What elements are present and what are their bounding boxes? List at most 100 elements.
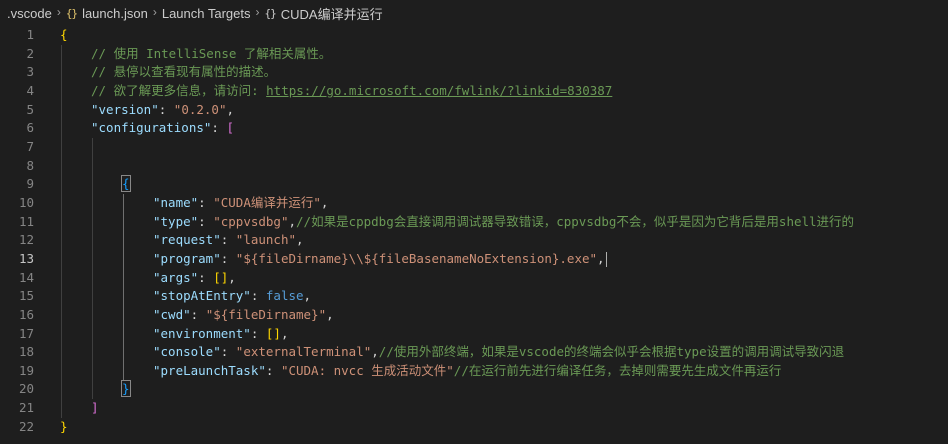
indent-guide: [92, 305, 93, 325]
line-number: 22: [18, 418, 34, 434]
code-token: ,: [296, 232, 304, 248]
line-content: }: [121, 380, 131, 399]
breadcrumb-item-launch-targets[interactable]: Launch Targets: [162, 6, 251, 21]
indent-guide: [61, 119, 62, 138]
code-line[interactable]: 4 // 欲了解更多信息，请访问: https://go.microsoft.co…: [0, 81, 948, 101]
indent-guide: [92, 193, 93, 213]
indent-guide: [123, 324, 124, 344]
code-token: ,: [228, 269, 236, 285]
code-comment: // 使用 IntelliSense 了解相关属性。: [91, 45, 332, 61]
breadcrumb-item-cuda-config[interactable]: CUDA编译并运行: [281, 4, 383, 23]
code-line[interactable]: 21]: [0, 399, 948, 418]
code-token: "CUDA编译并运行": [213, 194, 321, 210]
code-comment: //如果是cppdbg会直接调用调试器导致错误，cppvsdbg不会，似乎是因为…: [296, 213, 855, 229]
code-token: :: [250, 325, 266, 341]
code-line[interactable]: 20}: [0, 380, 948, 400]
indent-guide: [61, 81, 62, 101]
line-content: "environment": [],: [153, 325, 289, 344]
indent-guide: [92, 175, 93, 194]
line-content: "type": "cppvsdbg",//如果是cppdbg会直接调用调试器导致…: [153, 213, 854, 232]
indent-guide: [92, 231, 93, 250]
indent-guide: [92, 249, 93, 269]
code-token: "CUDA: nvcc 生成活动文件": [280, 362, 454, 378]
line-number: 3: [26, 64, 34, 80]
indent-guide: [123, 287, 124, 306]
code-token: :: [190, 306, 206, 322]
code-line[interactable]: 10 "name": "CUDA编译并运行",: [0, 193, 948, 213]
code-token: "program": [153, 250, 221, 266]
code-line[interactable]: 18 "console": "externalTerminal",//使用外部终端…: [0, 343, 948, 362]
code-line[interactable]: 17 "environment": [],: [0, 324, 948, 344]
line-number: 14: [18, 269, 34, 285]
code-line[interactable]: 15 "stopAtEntry": false,: [0, 287, 948, 306]
line-number: 21: [18, 400, 34, 416]
line-number: 10: [18, 194, 34, 210]
code-line[interactable]: 7: [0, 137, 948, 157]
code-editor[interactable]: .vscode › {} launch.json › Launch Target…: [0, 0, 948, 444]
line-content: "configurations": [: [91, 119, 234, 138]
object-braces-icon: {}: [264, 6, 277, 20]
comment-link[interactable]: https://go.microsoft.com/fwlink/?linkid=…: [266, 83, 612, 98]
code-token: "type": [153, 213, 199, 229]
line-content: "cwd": "${fileDirname}",: [153, 306, 334, 325]
code-token: ,: [303, 288, 312, 304]
line-number: 2: [26, 45, 34, 61]
line-number: 16: [18, 306, 34, 322]
code-token: }: [60, 418, 68, 434]
code-line[interactable]: 3 // 悬停以查看现有属性的描述。: [0, 63, 948, 82]
code-line[interactable]: 22}: [0, 418, 948, 437]
line-number: 6: [26, 120, 34, 136]
indent-guide: [61, 268, 62, 288]
code-line[interactable]: 8: [0, 156, 948, 176]
indent-guide: [92, 137, 93, 157]
code-comment: //使用外部终端，如果是vscode的终端会似乎会根据type设置的调用调试导致…: [378, 344, 845, 360]
code-token: []: [265, 325, 281, 341]
code-area[interactable]: 1{2 // 使用 IntelliSense 了解相关属性。 3// 悬停以查看现有…: [0, 26, 948, 436]
line-content: "name": "CUDA编译并运行",: [153, 194, 328, 213]
line-number: 20: [18, 381, 34, 397]
code-token: "cppvsdbg": [213, 213, 289, 229]
code-token: "request": [153, 232, 221, 248]
indent-guide: [123, 231, 124, 250]
indent-guide: [61, 287, 62, 306]
line-number: 11: [18, 213, 34, 229]
code-line[interactable]: 6 "configurations": [: [0, 119, 948, 138]
code-token: {: [60, 27, 68, 42]
code-token: "args": [153, 269, 199, 285]
line-number: 18: [18, 344, 34, 360]
code-line[interactable]: 5 "version": "0.2.0",: [0, 100, 948, 120]
code-token: "externalTerminal": [235, 344, 372, 360]
indent-guide: [61, 63, 62, 82]
line-content: // 使用 IntelliSense 了解相关属性。: [91, 45, 331, 64]
line-number: 17: [18, 325, 34, 341]
breadcrumb-item-launch-json[interactable]: launch.json: [82, 6, 148, 21]
json-braces-icon: {}: [65, 6, 78, 20]
code-line[interactable]: 1{: [0, 26, 948, 45]
code-line[interactable]: 11 "type": "cppvsdbg",//如果是cppdbg会直接调用调试器…: [0, 212, 948, 232]
indent-guide: [61, 399, 62, 418]
code-token: :: [265, 362, 281, 378]
code-line[interactable]: 13 "program": "${fileDirname}\\${fileBase…: [0, 249, 948, 269]
code-line[interactable]: 2 // 使用 IntelliSense 了解相关属性。: [0, 44, 948, 64]
code-line[interactable]: 14 "args": [],: [0, 268, 948, 288]
code-token: ,: [288, 213, 297, 229]
code-line[interactable]: 9{: [0, 175, 948, 194]
code-token: "launch": [235, 232, 297, 248]
indent-guide: [61, 44, 62, 64]
code-token: "environment": [153, 325, 251, 341]
code-token: :: [198, 269, 214, 285]
code-line[interactable]: 12 "request": "launch",: [0, 231, 948, 250]
indent-guide: [123, 212, 124, 232]
breadcrumb-item-vscode[interactable]: .vscode: [7, 6, 52, 21]
code-token: "preLaunchTask": [153, 362, 266, 378]
code-line[interactable]: 19 "preLaunchTask": "CUDA: nvcc 生成活动文件"//…: [0, 361, 948, 381]
line-number: 12: [18, 232, 34, 248]
indent-guide: [61, 175, 62, 194]
code-line[interactable]: 16 "cwd": "${fileDirname}",: [0, 305, 948, 325]
indent-guide: [92, 361, 93, 381]
indent-guide: [92, 324, 93, 344]
line-number: 5: [26, 101, 34, 117]
line-number: 13: [18, 250, 34, 266]
line-number: 8: [26, 157, 34, 173]
code-token: ,: [226, 101, 235, 117]
